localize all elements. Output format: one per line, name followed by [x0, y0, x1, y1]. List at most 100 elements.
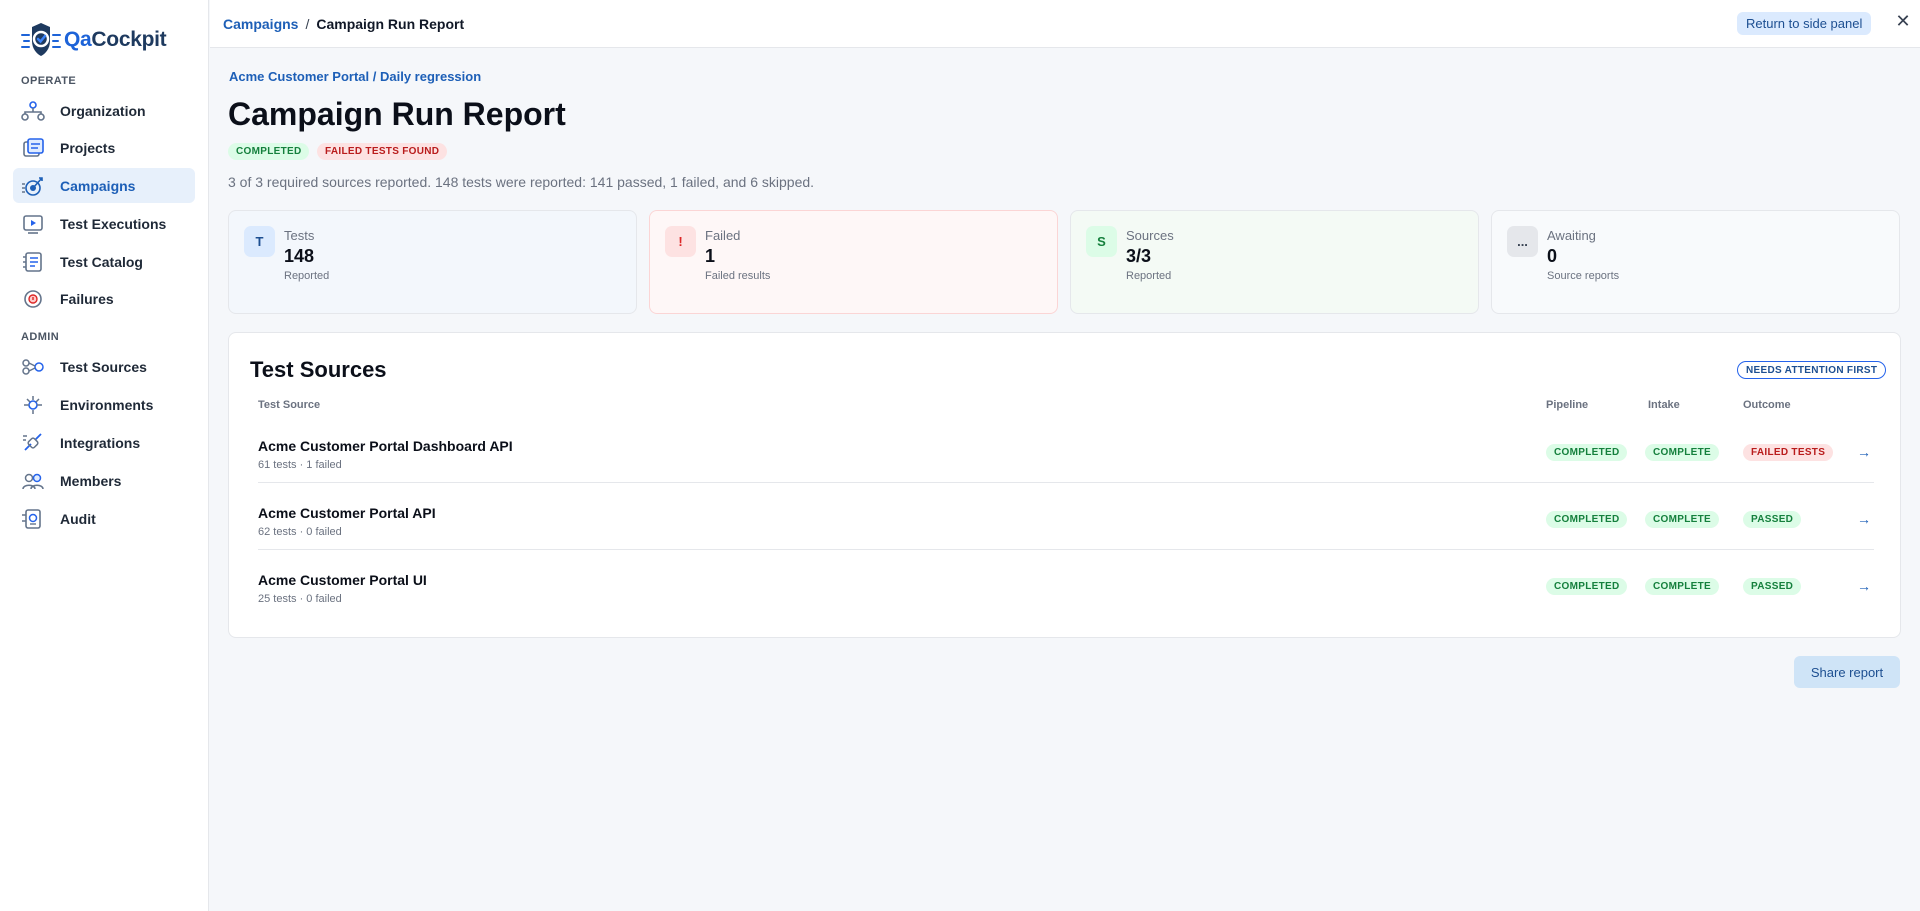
intake-status-badge: COMPLETE — [1645, 511, 1719, 528]
stat-subtext: Failed results — [705, 270, 771, 282]
sidebar-item-label: Failures — [60, 290, 114, 307]
sidebar-item-label: Audit — [60, 510, 96, 527]
stat-label: Sources — [1126, 228, 1174, 243]
source-meta: 61 tests · 1 failed — [258, 459, 342, 471]
stat-value: 0 — [1547, 246, 1558, 266]
sidebar-item-members[interactable]: Members — [13, 463, 195, 498]
audit-icon — [20, 508, 46, 530]
run-summary-text: 3 of 3 required sources reported. 148 te… — [228, 174, 815, 190]
stat-label: Awaiting — [1547, 228, 1596, 243]
share-report-button[interactable]: Share report — [1794, 656, 1900, 688]
app-name: QaCockpit — [64, 28, 167, 51]
sidebar-item-integrations[interactable]: Integrations — [13, 425, 195, 460]
sidebar-item-failures[interactable]: Failures — [13, 281, 195, 316]
tests-icon: T — [244, 226, 275, 257]
organization-icon — [20, 100, 46, 122]
sidebar-item-campaigns[interactable]: Campaigns — [13, 168, 195, 203]
source-name: Acme Customer Portal UI — [258, 572, 427, 588]
nav-section-operate: OPERATE — [21, 75, 77, 87]
ellipsis-icon: ... — [1507, 226, 1538, 257]
sidebar-item-label: Test Sources — [60, 358, 147, 375]
table-row[interactable]: Acme Customer Portal UI 25 tests · 0 fai… — [258, 551, 1874, 617]
alert-icon: ! — [665, 226, 696, 257]
top-bar: Campaigns / Campaign Run Report Return t… — [210, 0, 1920, 48]
page-title: Campaign Run Report — [228, 96, 566, 132]
table-row[interactable]: Acme Customer Portal Dashboard API 61 te… — [258, 417, 1874, 483]
project-campaign-link[interactable]: Acme Customer Portal / Daily regression — [229, 69, 481, 84]
test-executions-icon — [20, 213, 46, 235]
breadcrumb-campaigns-link[interactable]: Campaigns — [223, 16, 298, 32]
status-badge-completed: COMPLETED — [228, 143, 310, 160]
stat-card-awaiting: ... Awaiting 0 Source reports — [1491, 210, 1900, 314]
stat-card-sources: S Sources 3/3 Reported — [1070, 210, 1479, 314]
stat-card-tests: T Tests 148 Reported — [228, 210, 637, 314]
column-header-test-source: Test Source — [258, 399, 321, 411]
sidebar: QaCockpit OPERATE Organization Projects … — [0, 0, 209, 911]
sources-icon: S — [1086, 226, 1117, 257]
projects-icon — [20, 137, 46, 159]
sort-needs-attention-badge[interactable]: NEEDS ATTENTION FIRST — [1737, 361, 1887, 379]
sidebar-item-label: Organization — [60, 102, 146, 119]
sidebar-item-label: Integrations — [60, 434, 141, 451]
source-name: Acme Customer Portal Dashboard API — [258, 438, 513, 454]
pipeline-status-badge: COMPLETED — [1546, 511, 1628, 528]
outcome-status-badge: PASSED — [1743, 511, 1802, 528]
failures-icon — [20, 288, 46, 310]
sidebar-item-test-catalog[interactable]: Test Catalog — [13, 244, 195, 279]
stat-value: 3/3 — [1126, 246, 1152, 266]
column-header-outcome: Outcome — [1743, 399, 1791, 411]
environments-icon — [20, 394, 46, 416]
test-sources-icon — [20, 356, 46, 378]
stat-value: 1 — [705, 246, 716, 266]
campaigns-icon — [20, 175, 46, 197]
sidebar-item-projects[interactable]: Projects — [13, 130, 195, 165]
stat-card-failed: ! Failed 1 Failed results — [649, 210, 1058, 314]
stat-label: Tests — [284, 228, 315, 243]
sidebar-item-organization[interactable]: Organization — [13, 93, 195, 128]
sidebar-item-label: Members — [60, 472, 122, 489]
source-meta: 25 tests · 0 failed — [258, 593, 342, 605]
test-sources-panel: Test Sources NEEDS ATTENTION FIRST Test … — [228, 332, 1901, 638]
breadcrumb: Campaigns / Campaign Run Report — [223, 16, 464, 32]
sidebar-item-audit[interactable]: Audit — [13, 501, 195, 536]
column-header-pipeline: Pipeline — [1546, 399, 1589, 411]
outcome-status-badge: PASSED — [1743, 578, 1802, 595]
table-row[interactable]: Acme Customer Portal API 62 tests · 0 fa… — [258, 484, 1874, 550]
stat-subtext: Reported — [1126, 270, 1172, 282]
sidebar-item-label: Test Catalog — [60, 253, 143, 270]
nav-section-admin: ADMIN — [21, 331, 60, 343]
arrow-right-icon[interactable]: → — [1857, 511, 1871, 527]
pipeline-status-badge: COMPLETED — [1546, 578, 1628, 595]
stat-value: 148 — [284, 246, 315, 266]
column-header-intake: Intake — [1648, 399, 1680, 411]
arrow-right-icon[interactable]: → — [1857, 444, 1871, 460]
intake-status-badge: COMPLETE — [1645, 444, 1719, 461]
source-meta: 62 tests · 0 failed — [258, 526, 342, 538]
stat-label: Failed — [705, 228, 741, 243]
cockpit-logo-icon — [21, 23, 61, 56]
sidebar-item-label: Projects — [60, 139, 116, 156]
test-catalog-icon — [20, 251, 46, 273]
members-icon — [20, 470, 46, 492]
return-to-side-panel-button[interactable]: Return to side panel — [1737, 12, 1872, 35]
sidebar-item-label: Environments — [60, 396, 154, 413]
breadcrumb-separator: / — [305, 16, 310, 32]
outcome-status-badge: FAILED TESTS — [1743, 444, 1834, 461]
integrations-icon — [20, 432, 46, 454]
close-icon[interactable]: ✕ — [1893, 11, 1913, 31]
sidebar-item-test-executions[interactable]: Test Executions — [13, 206, 195, 241]
test-sources-title: Test Sources — [250, 357, 387, 382]
source-name: Acme Customer Portal API — [258, 505, 436, 521]
arrow-right-icon[interactable]: → — [1857, 578, 1871, 594]
stat-subtext: Source reports — [1547, 270, 1620, 282]
sidebar-item-label: Campaigns — [60, 177, 136, 194]
pipeline-status-badge: COMPLETED — [1546, 444, 1628, 461]
status-badge-failed-tests: FAILED TESTS FOUND — [317, 143, 448, 160]
breadcrumb-current: Campaign Run Report — [316, 16, 465, 32]
sidebar-item-environments[interactable]: Environments — [13, 387, 195, 422]
sidebar-item-test-sources[interactable]: Test Sources — [13, 349, 195, 384]
app-logo[interactable]: QaCockpit — [20, 21, 167, 59]
sidebar-item-label: Test Executions — [60, 215, 167, 232]
intake-status-badge: COMPLETE — [1645, 578, 1719, 595]
stat-subtext: Reported — [284, 270, 330, 282]
